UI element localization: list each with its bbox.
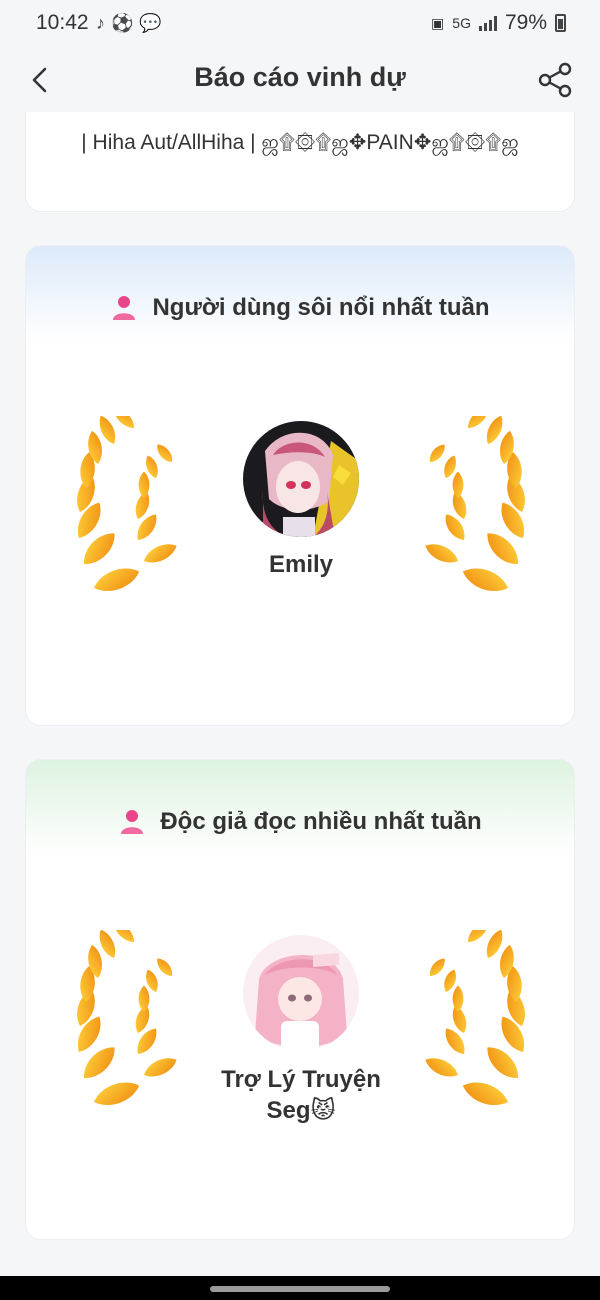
winner-name-line2: Seg😾 xyxy=(266,1097,336,1124)
winner-name-line1: Trợ Lý Truyện xyxy=(221,1066,381,1093)
winner-name: Trợ Lý Truyện Seg😾 xyxy=(176,1064,426,1126)
award-header: Người dùng sôi nổi nhất tuần xyxy=(26,294,574,322)
status-bar: 10:42 ♪ ⚽ 💬 ▣ 5G 79% xyxy=(0,0,600,48)
avatar-image xyxy=(243,421,359,537)
page-title: Báo cáo vinh dự xyxy=(194,62,406,92)
winner-avatar[interactable] xyxy=(243,935,359,1051)
status-notification-icons: ♪ ⚽ 💬 xyxy=(96,12,162,34)
tiktok-icon: ♪ xyxy=(96,13,105,33)
award-title: Người dùng sôi nổi nhất tuần xyxy=(152,294,490,321)
person-icon xyxy=(121,810,144,834)
top-reader-card: Độc giả đọc nhiều nhất tuần Trợ Lý Truyệ… xyxy=(25,759,575,1240)
status-time: 10:42 xyxy=(36,11,89,34)
share-button[interactable] xyxy=(536,60,576,100)
award-title: Độc giả đọc nhiều nhất tuần xyxy=(160,808,482,835)
person-icon xyxy=(113,296,136,320)
sim-icon: ▣ xyxy=(431,14,445,31)
network-type: 5G xyxy=(452,15,471,31)
avatar-image xyxy=(243,935,359,1051)
soccer-ball-icon: ⚽ xyxy=(111,13,134,33)
system-nav-bar xyxy=(0,1276,600,1300)
award-header: Độc giả đọc nhiều nhất tuần xyxy=(26,808,574,836)
home-gesture-handle[interactable] xyxy=(210,1286,390,1292)
app-header: Báo cáo vinh dự xyxy=(0,48,600,112)
signature-card: | Hiha Aut/AllHiha | ஜ۩۞۩ஜ✥PAIN✥ஜ۩۞۩ஜ xyxy=(25,112,575,212)
most-active-user-card: Người dùng sôi nổi nhất tuần Emily xyxy=(25,245,575,726)
status-right-group: ▣ 5G 79% xyxy=(431,11,566,35)
signal-icon xyxy=(478,15,497,31)
battery-icon xyxy=(555,14,566,32)
signature-text: | Hiha Aut/AllHiha | ஜ۩۞۩ஜ✥PAIN✥ஜ۩۞۩ஜ xyxy=(81,131,519,154)
chat-bubble-icon: 💬 xyxy=(139,13,162,33)
winner-avatar[interactable] xyxy=(243,421,359,537)
share-icon xyxy=(538,62,572,98)
winner-name: Emily xyxy=(268,551,334,578)
battery-percent: 79% xyxy=(504,11,547,34)
